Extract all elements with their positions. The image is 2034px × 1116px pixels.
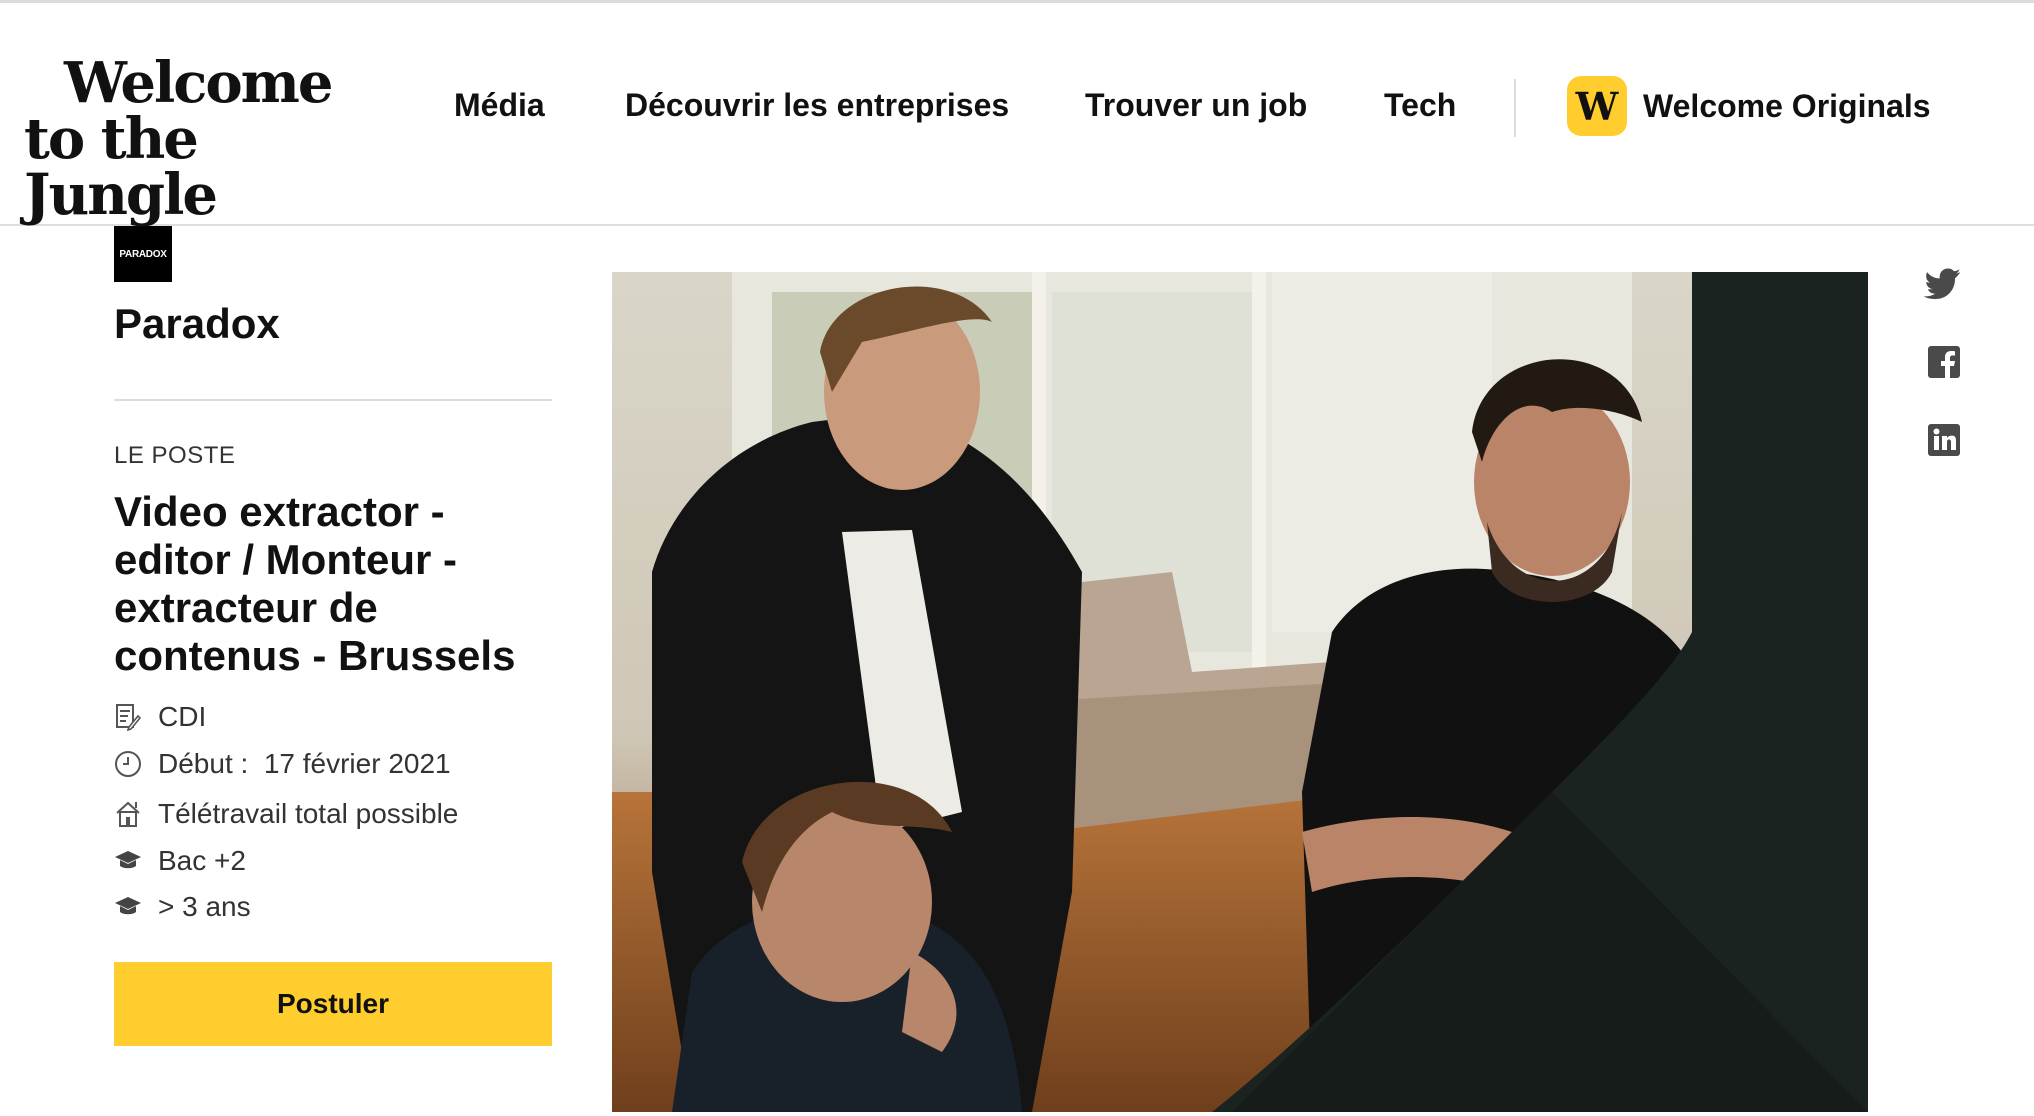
apply-button[interactable]: Postuler <box>114 962 552 1046</box>
fact-education: Bac +2 <box>114 844 246 878</box>
graduation-cap-icon <box>114 847 142 875</box>
contract-icon <box>114 703 142 731</box>
facebook-icon[interactable] <box>1924 342 1964 382</box>
home-icon <box>114 800 142 828</box>
fact-remote: Télétravail total possible <box>114 797 458 831</box>
nav-divider <box>1514 79 1516 137</box>
fact-contract-text: CDI <box>158 701 207 732</box>
nav-tech[interactable]: Tech <box>1384 87 1456 124</box>
job-title: Video extractor - editor / Monteur - ext… <box>114 488 516 679</box>
fact-start: Début : 17 février 2021 <box>114 747 451 781</box>
company-logo[interactable]: PARADOX <box>114 226 172 282</box>
fact-contract: CDI <box>114 700 206 734</box>
logo-line-1: Welcome <box>64 50 334 116</box>
clock-icon <box>114 750 142 778</box>
welcome-originals-label: Welcome Originals <box>1643 87 1931 124</box>
page: Welcome to the Jungle Média Découvrir le… <box>0 0 2034 1116</box>
welcome-originals-link[interactable]: W Welcome Originals <box>1567 75 1931 137</box>
fact-experience: > 3 ans <box>114 890 251 924</box>
welcome-originals-badge: W <box>1567 76 1627 136</box>
linkedin-icon[interactable] <box>1924 420 1964 460</box>
fact-start-text: Début : 17 février 2021 <box>158 748 451 779</box>
nav-discover-companies[interactable]: Découvrir les entreprises <box>625 87 1009 124</box>
nav-find-job[interactable]: Trouver un job <box>1085 87 1307 124</box>
divider <box>114 399 552 401</box>
logo-line-2: to the Jungle <box>24 106 218 228</box>
section-label: LE POSTE <box>114 442 236 469</box>
fact-education-text: Bac +2 <box>158 845 246 876</box>
site-header: Welcome to the Jungle Média Découvrir le… <box>0 0 2034 226</box>
fact-experience-text: > 3 ans <box>158 891 251 922</box>
graduation-cap-icon <box>114 893 142 921</box>
nav-media[interactable]: Média <box>454 87 545 124</box>
company-name[interactable]: Paradox <box>114 300 280 348</box>
fact-remote-text: Télétravail total possible <box>158 798 459 829</box>
welcome-to-the-jungle-logo[interactable]: Welcome to the Jungle <box>24 50 364 223</box>
team-photo <box>612 272 1868 1112</box>
twitter-icon[interactable] <box>1923 266 1964 306</box>
